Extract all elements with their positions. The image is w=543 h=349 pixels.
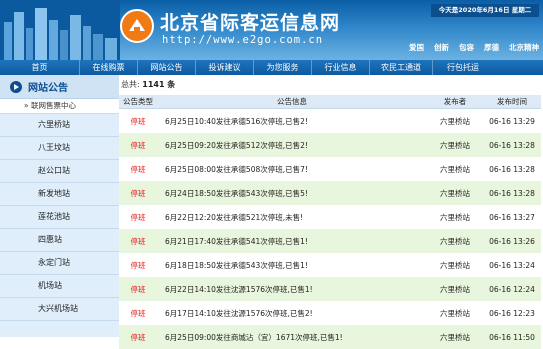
city-skyline-image — [0, 0, 120, 60]
sidebar-item-airport[interactable]: 机场站 — [0, 275, 119, 298]
nav-luggage[interactable]: 行包托运 — [433, 60, 493, 75]
total-label: 总共: — [121, 80, 140, 89]
slogan-item: 爱国 — [409, 43, 424, 52]
row-type: 停班 — [119, 229, 157, 253]
row-type: 停班 — [119, 301, 157, 325]
total-count-bar: 总共: 1141 条 — [119, 75, 543, 95]
row-time: 06-16 13:29 — [483, 108, 541, 133]
table-row[interactable]: 停班 6月17日14:10发往沈源1576次停班,已售2! 六里桥站 06-16… — [119, 301, 541, 325]
row-time: 06-16 13:24 — [483, 253, 541, 277]
row-type: 停班 — [119, 253, 157, 277]
slogan-item: 厚德 — [484, 43, 499, 52]
row-time: 06-16 13:26 — [483, 229, 541, 253]
row-type: 停班 — [119, 133, 157, 157]
nav-announcements[interactable]: 网站公告 — [138, 60, 196, 75]
logo-icon — [129, 19, 145, 32]
row-time: 06-16 12:23 — [483, 301, 541, 325]
row-info-link[interactable]: 6月22日12:20发往承德521次停班,未售! — [157, 205, 427, 229]
row-time: 06-16 13:27 — [483, 205, 541, 229]
table-row[interactable]: 停班 6月22日12:20发往承德521次停班,未售! 六里桥站 06-16 1… — [119, 205, 541, 229]
sidebar: 网站公告 » 联网售票中心 六里桥站 八王坟站 赵公口站 新发地站 莲花池站 四… — [0, 75, 119, 337]
site-header: 北京省际客运信息网 http://www.e2go.com.cn 今天是2020… — [0, 0, 543, 60]
sidebar-item-ticket-center[interactable]: » 联网售票中心 — [0, 99, 119, 114]
sidebar-item-sihui[interactable]: 四惠站 — [0, 229, 119, 252]
column-header-publisher: 发布者 — [427, 95, 483, 109]
nav-home[interactable]: 首页 — [0, 60, 80, 75]
table-row[interactable]: 停班 6月25日09:00发往商城沾（宜）1671次停班,已售1! 六里桥站 0… — [119, 325, 541, 349]
row-publisher: 六里桥站 — [427, 301, 483, 325]
announcement-table: 公告类型 公告信息 发布者 发布时间 停班 6月25日10:40发往承德516次… — [119, 95, 541, 349]
row-time: 06-16 13:28 — [483, 133, 541, 157]
site-title: 北京省际客运信息网 — [160, 12, 341, 34]
row-publisher: 六里桥站 — [427, 181, 483, 205]
row-type: 停班 — [119, 325, 157, 349]
nav-services[interactable]: 为您服务 — [254, 60, 312, 75]
sidebar-item-daxing-airport[interactable]: 大兴机场站 — [0, 298, 119, 321]
announcement-panel: 总共: 1141 条 公告类型 公告信息 发布者 发布时间 停班 6月25日10… — [119, 75, 543, 349]
column-header-type: 公告类型 — [119, 95, 157, 109]
table-row[interactable]: 停班 6月22日14:10发往沈源1576次停班,已售1! 六里桥站 06-16… — [119, 277, 541, 301]
row-type: 停班 — [119, 277, 157, 301]
sidebar-item-yongdingmen[interactable]: 永定门站 — [0, 252, 119, 275]
sidebar-title: 网站公告 — [28, 83, 68, 94]
nav-migrant-channel[interactable]: 农民工通道 — [370, 60, 433, 75]
sidebar-item-zhaogongkou[interactable]: 赵公口站 — [0, 160, 119, 183]
slogan-item: 北京精神 — [509, 43, 539, 52]
play-arrow-icon — [10, 80, 22, 93]
table-row[interactable]: 停班 6月25日10:40发往承德516次停班,已售2! 六里桥站 06-16 … — [119, 108, 541, 133]
row-time: 06-16 11:50 — [483, 325, 541, 349]
table-row[interactable]: 停班 6月21日17:40发往承德541次停班,已售1! 六里桥站 06-16 … — [119, 229, 541, 253]
column-header-time: 发布时间 — [483, 95, 541, 109]
sidebar-item-liuliqiao[interactable]: 六里桥站 — [0, 114, 119, 137]
table-row[interactable]: 停班 6月25日09:20发往承德512次停班,已售2! 六里桥站 06-16 … — [119, 133, 541, 157]
row-time: 06-16 13:28 — [483, 157, 541, 181]
row-info-link[interactable]: 6月22日14:10发往沈源1576次停班,已售1! — [157, 277, 427, 301]
table-row[interactable]: 停班 6月24日18:50发往承德543次停班,已售5! 六里桥站 06-16 … — [119, 181, 541, 205]
site-url: http://www.e2go.com.cn — [162, 34, 324, 46]
sidebar-item-xinfadi[interactable]: 新发地站 — [0, 183, 119, 206]
column-header-info: 公告信息 — [157, 95, 427, 109]
table-header: 公告类型 公告信息 发布者 发布时间 — [119, 95, 541, 109]
slogan-item: 包容 — [459, 43, 474, 52]
row-publisher: 六里桥站 — [427, 229, 483, 253]
row-info-link[interactable]: 6月21日17:40发往承德541次停班,已售1! — [157, 229, 427, 253]
nav-complaints[interactable]: 投诉建议 — [196, 60, 254, 75]
row-info-link[interactable]: 6月25日09:20发往承德512次停班,已售2! — [157, 133, 427, 157]
row-info-link[interactable]: 6月25日09:00发往商城沾（宜）1671次停班,已售1! — [157, 325, 427, 349]
nav-industry-info[interactable]: 行业信息 — [312, 60, 370, 75]
row-info-link[interactable]: 6月18日18:50发往承德543次停班,已售1! — [157, 253, 427, 277]
sidebar-item-bawangfen[interactable]: 八王坟站 — [0, 137, 119, 160]
sidebar-item-lianhuachi[interactable]: 莲花池站 — [0, 206, 119, 229]
nav-online-ticket[interactable]: 在线购票 — [80, 60, 138, 75]
row-type: 停班 — [119, 181, 157, 205]
row-time: 06-16 12:24 — [483, 277, 541, 301]
row-publisher: 六里桥站 — [427, 277, 483, 301]
row-info-link[interactable]: 6月24日18:50发往承德543次停班,已售5! — [157, 181, 427, 205]
row-publisher: 六里桥站 — [427, 157, 483, 181]
row-publisher: 六里桥站 — [427, 205, 483, 229]
row-type: 停班 — [119, 205, 157, 229]
site-logo[interactable] — [120, 9, 154, 43]
row-info-link[interactable]: 6月25日08:00发往承德508次停班,已售7! — [157, 157, 427, 181]
slogan-bar: 爱国 创新 包容 厚德 北京精神 — [409, 42, 539, 53]
sidebar-header: 网站公告 — [0, 75, 119, 99]
row-info-link[interactable]: 6月17日14:10发往沈源1576次停班,已售2! — [157, 301, 427, 325]
row-publisher: 六里桥站 — [427, 108, 483, 133]
row-publisher: 六里桥站 — [427, 133, 483, 157]
slogan-item: 创新 — [434, 43, 449, 52]
table-row[interactable]: 停班 6月18日18:50发往承德543次停班,已售1! 六里桥站 06-16 … — [119, 253, 541, 277]
main-nav: 首页 在线购票 网站公告 投诉建议 为您服务 行业信息 农民工通道 行包托运 — [0, 60, 543, 75]
table-row[interactable]: 停班 6月25日08:00发往承德508次停班,已售7! 六里桥站 06-16 … — [119, 157, 541, 181]
row-type: 停班 — [119, 108, 157, 133]
row-time: 06-16 13:28 — [483, 181, 541, 205]
date-display: 今天是2020年6月16日 星期二 — [431, 4, 539, 17]
row-publisher: 六里桥站 — [427, 253, 483, 277]
row-info-link[interactable]: 6月25日10:40发往承德516次停班,已售2! — [157, 108, 427, 133]
total-count: 1141 条 — [142, 80, 176, 89]
row-publisher: 六里桥站 — [427, 325, 483, 349]
row-type: 停班 — [119, 157, 157, 181]
